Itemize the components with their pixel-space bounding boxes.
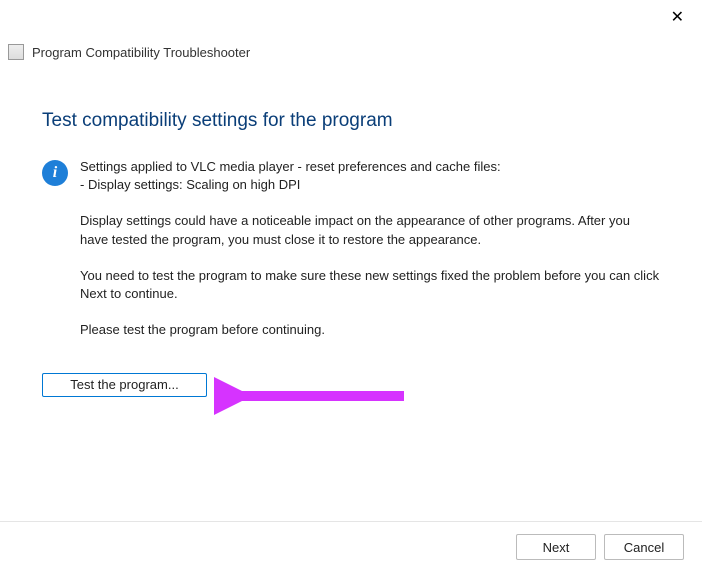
cancel-button[interactable]: Cancel — [604, 534, 684, 560]
test-prompt: Please test the program before continuin… — [80, 321, 660, 339]
close-button[interactable]: ✕ — [671, 10, 684, 26]
test-instruction: You need to test the program to make sur… — [80, 267, 660, 303]
info-text: Settings applied to VLC media player - r… — [80, 158, 660, 357]
annotation-arrow — [214, 376, 414, 416]
info-icon-glyph: i — [53, 165, 57, 181]
content-area: Test compatibility settings for the prog… — [42, 110, 660, 397]
window-title: Program Compatibility Troubleshooter — [32, 45, 250, 60]
app-icon — [8, 44, 24, 60]
footer-divider — [0, 521, 702, 522]
settings-line-1: Settings applied to VLC media player - r… — [80, 158, 660, 176]
info-row: i Settings applied to VLC media player -… — [42, 158, 660, 357]
page-heading: Test compatibility settings for the prog… — [42, 110, 660, 132]
footer-buttons: Next Cancel — [516, 534, 684, 560]
settings-summary: Settings applied to VLC media player - r… — [80, 158, 660, 194]
settings-line-2: - Display settings: Scaling on high DPI — [80, 176, 660, 194]
info-icon: i — [42, 160, 68, 186]
window-header: Program Compatibility Troubleshooter — [8, 44, 250, 60]
test-program-button[interactable]: Test the program... — [42, 373, 207, 397]
next-button[interactable]: Next — [516, 534, 596, 560]
display-warning: Display settings could have a noticeable… — [80, 212, 660, 248]
